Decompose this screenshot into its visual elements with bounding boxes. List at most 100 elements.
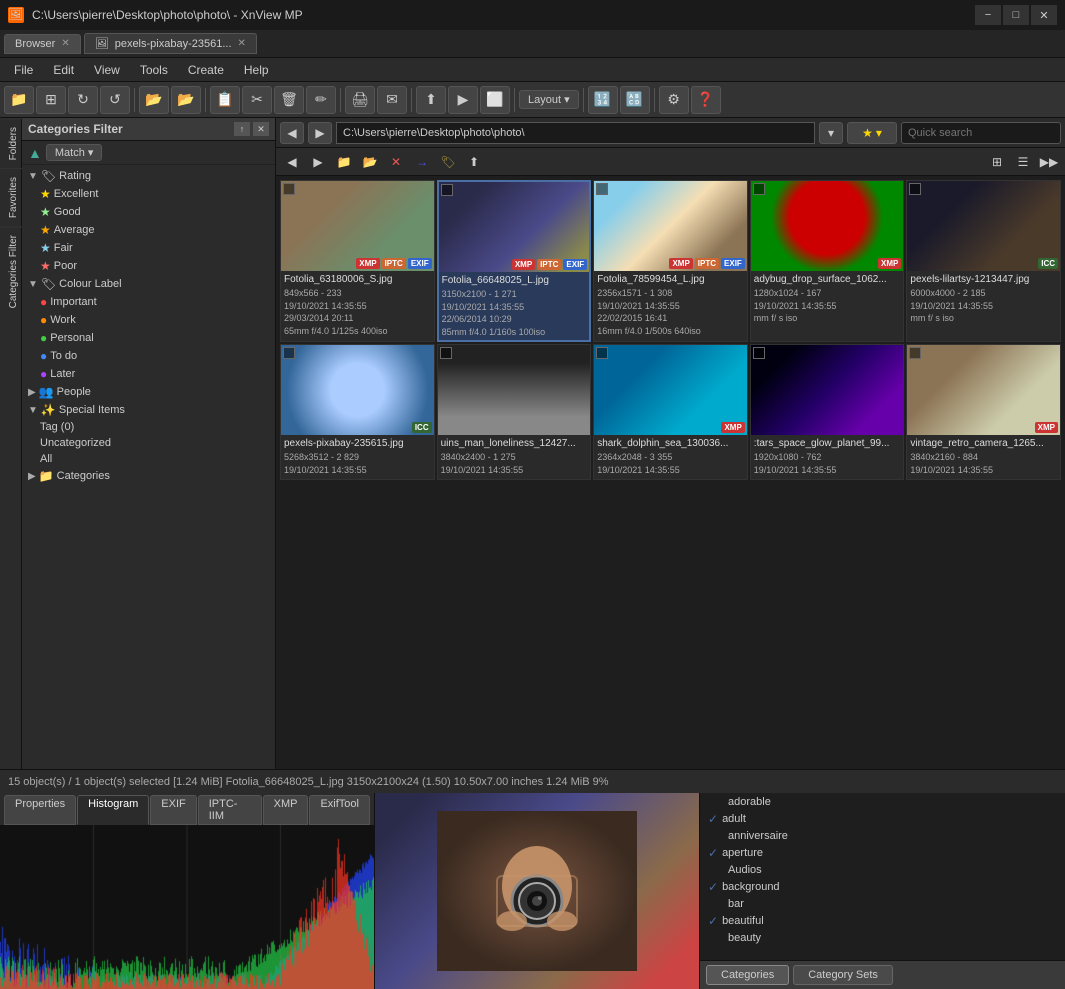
thumbnail-checkbox[interactable] [596, 183, 608, 195]
sort-button[interactable]: 🔢 [588, 86, 618, 114]
quick-search-input[interactable] [901, 122, 1061, 144]
tab-image[interactable]: 🖼 pexels-pixabay-23561... ✕ [84, 33, 257, 54]
compare-button[interactable]: ⬜ [480, 86, 510, 114]
tree-uncategorized[interactable]: Uncategorized [22, 435, 275, 451]
tab-exif[interactable]: EXIF [150, 795, 196, 825]
back-button[interactable]: ◀ [280, 122, 304, 144]
thumbnails-button[interactable]: ⊞ [36, 86, 66, 114]
copy-button[interactable]: 📋 [210, 86, 240, 114]
filter-button[interactable]: 🔠 [620, 86, 650, 114]
tab-browser[interactable]: Browser ✕ [4, 34, 81, 54]
thumbnail-cell[interactable]: uins_man_loneliness_12427...3840x2400 - … [437, 344, 592, 479]
tree-good[interactable]: ★ Good [22, 203, 275, 221]
tree-people[interactable]: ▶ 👥 People [22, 383, 275, 401]
thumbnail-cell[interactable]: ICCpexels-pixabay-235615.jpg5268x3512 - … [280, 344, 435, 479]
category-item[interactable]: ✓beautiful [700, 912, 1065, 930]
ft-cut-btn[interactable]: ✕ [384, 151, 408, 173]
print-button[interactable]: 🖨 [345, 86, 375, 114]
menu-file[interactable]: File [4, 61, 43, 79]
category-item[interactable]: ✓aperture [700, 844, 1065, 862]
tab-close-icon2[interactable]: ✕ [238, 38, 246, 49]
maximize-button[interactable]: □ [1003, 5, 1029, 25]
thumbnail-checkbox[interactable] [441, 184, 453, 196]
ft-grid-btn[interactable]: ⊞ [985, 151, 1009, 173]
thumbnail-checkbox[interactable] [283, 183, 295, 195]
category-item[interactable]: ✓adult [700, 810, 1065, 828]
ft-scroll-right-btn[interactable]: ▶▶ [1037, 151, 1061, 173]
bookmarks-button[interactable]: ★ ▾ [847, 122, 897, 144]
thumbnail-checkbox[interactable] [909, 183, 921, 195]
tab-close-icon[interactable]: ✕ [61, 38, 69, 49]
tree-excellent[interactable]: ★ Excellent [22, 185, 275, 203]
tab-exiftool[interactable]: ExifTool [309, 795, 370, 825]
tree-work[interactable]: ● Work [22, 311, 275, 329]
ft-back-btn[interactable]: ◀ [280, 151, 304, 173]
tree-personal[interactable]: ● Personal [22, 329, 275, 347]
thumbnail-cell[interactable]: XMPadybug_drop_surface_1062...1280x1024 … [750, 180, 905, 342]
tree-categories[interactable]: ▶ 📁 Categories [22, 467, 275, 485]
thumbnail-checkbox[interactable] [596, 347, 608, 359]
tab-iptc[interactable]: IPTC-IIM [198, 795, 262, 825]
menu-view[interactable]: View [84, 61, 130, 79]
ft-paste-btn[interactable]: → [410, 151, 434, 173]
tree-todo[interactable]: ● To do [22, 347, 275, 365]
tree-fair[interactable]: ★ Fair [22, 239, 275, 257]
folder-new-button[interactable]: 📂 [171, 86, 201, 114]
menu-tools[interactable]: Tools [130, 61, 178, 79]
minimize-button[interactable]: − [975, 5, 1001, 25]
category-item[interactable]: bar [700, 896, 1065, 912]
thumbnail-cell[interactable]: XMPIPTCEXIFFotolia_66648025_L.jpg3150x21… [437, 180, 592, 342]
thumbnail-cell[interactable]: XMPshark_dolphin_sea_130036...2364x2048 … [593, 344, 748, 479]
category-item[interactable]: ✓background [700, 878, 1065, 896]
panel-close-btn[interactable]: ✕ [253, 122, 269, 136]
panel-expand-btn[interactable]: ↑ [234, 122, 250, 136]
tree-average[interactable]: ★ Average [22, 221, 275, 239]
category-item[interactable]: beauty [700, 930, 1065, 946]
addr-dropdown-button[interactable]: ▾ [819, 122, 843, 144]
ft-forward-btn[interactable]: ▶ [306, 151, 330, 173]
thumbnail-cell[interactable]: XMPvintage_retro_camera_1265...3840x2160… [906, 344, 1061, 479]
address-bar[interactable]: C:\Users\pierre\Desktop\photo\photo\ [336, 122, 815, 144]
thumbnail-checkbox[interactable] [283, 347, 295, 359]
thumbnail-cell[interactable]: XMPIPTCEXIFFotolia_63180006_S.jpg849x566… [280, 180, 435, 342]
settings-button[interactable]: ⚙ [659, 86, 689, 114]
tree-colour-label[interactable]: ▼ 🏷 Colour Label [22, 275, 275, 293]
close-button[interactable]: ✕ [1031, 5, 1057, 25]
category-item[interactable]: Audios [700, 862, 1065, 878]
rename-button[interactable]: ✏ [306, 86, 336, 114]
category-item[interactable]: adorable [700, 794, 1065, 810]
ft-folder-btn[interactable]: 📁 [332, 151, 356, 173]
thumbnail-cell[interactable]: :tars_space_glow_planet_99...1920x1080 -… [750, 344, 905, 479]
categories-btn[interactable]: Categories [706, 965, 789, 985]
tree-special-items[interactable]: ▼ ✨ Special Items [22, 401, 275, 419]
categories-filter-tab[interactable]: Categories Filter [0, 226, 22, 316]
help-button[interactable]: ❓ [691, 86, 721, 114]
tree-all[interactable]: All [22, 451, 275, 467]
open-folder-button[interactable]: 📁 [4, 86, 34, 114]
ft-new-folder-btn[interactable]: 📂 [358, 151, 382, 173]
tree-important[interactable]: ● Important [22, 293, 275, 311]
tree-later[interactable]: ● Later [22, 365, 275, 383]
thumbnail-cell[interactable]: XMPIPTCEXIFFotolia_78599454_L.jpg2356x15… [593, 180, 748, 342]
tab-histogram[interactable]: Histogram [77, 795, 149, 825]
menu-create[interactable]: Create [178, 61, 234, 79]
tab-xmp[interactable]: XMP [263, 795, 309, 825]
tab-properties[interactable]: Properties [4, 795, 76, 825]
ft-list-btn[interactable]: ☰ [1011, 151, 1035, 173]
move-button[interactable]: ✂ [242, 86, 272, 114]
refresh2-button[interactable]: ↺ [100, 86, 130, 114]
folders-tab[interactable]: Folders [0, 118, 22, 168]
menu-help[interactable]: Help [234, 61, 279, 79]
match-button[interactable]: Match ▾ [46, 144, 103, 161]
tree-tag[interactable]: Tag (0) [22, 419, 275, 435]
menu-edit[interactable]: Edit [43, 61, 84, 79]
ft-rename-btn[interactable]: 🏷 [436, 151, 460, 173]
thumbnail-checkbox[interactable] [440, 347, 452, 359]
email-button[interactable]: ✉ [377, 86, 407, 114]
folder-up-button[interactable]: 📂 [139, 86, 169, 114]
thumbnail-checkbox[interactable] [753, 347, 765, 359]
thumbnail-checkbox[interactable] [753, 183, 765, 195]
refresh-button[interactable]: ↻ [68, 86, 98, 114]
layout-button[interactable]: Layout ▾ [519, 90, 579, 109]
export-button[interactable]: ⬆ [416, 86, 446, 114]
